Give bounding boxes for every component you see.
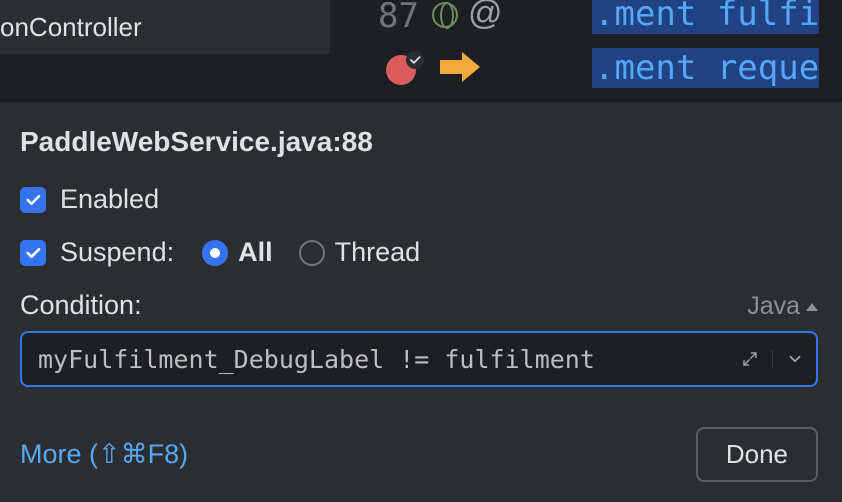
enabled-label: Enabled [60,184,159,215]
globe-icon[interactable] [432,2,458,28]
language-label: Java [747,292,800,321]
language-selector[interactable]: Java [747,292,818,321]
condition-header: Condition: Java [20,290,818,321]
suspend-radio-thread[interactable]: Thread [299,237,421,268]
arrow-right-icon [438,48,482,91]
at-icon: @ [468,0,503,33]
gutter-bg [0,54,330,102]
triangle-up-icon [806,303,818,311]
suspend-all-label: All [238,237,273,268]
expand-icon[interactable] [728,350,772,368]
suspend-radio-group: All Thread [202,237,420,268]
file-tab-label: onController [0,12,142,43]
breakpoint-dialog: PaddleWebService.java:88 Enabled Suspend… [0,102,842,502]
line-number: 87 [378,0,419,36]
check-icon [406,51,424,69]
suspend-row: Suspend: All Thread [20,237,818,268]
file-tab[interactable]: onController [0,0,330,54]
suspend-checkbox[interactable] [20,240,46,266]
editor-top-area: onController 87 @ .ment fulfi .ment requ… [0,0,842,102]
more-link[interactable]: More (⇧⌘F8) [20,439,188,470]
code-fragment-1: .ment fulfi [592,0,819,34]
done-button[interactable]: Done [696,427,818,482]
breakpoint-icon[interactable] [386,53,420,87]
condition-label: Condition: [20,290,142,321]
suspend-radio-all[interactable]: All [202,237,273,268]
chevron-down-icon[interactable] [772,350,816,368]
enabled-row: Enabled [20,184,818,215]
code-fragment-2: .ment reque [592,48,819,88]
condition-input-wrap [20,331,818,387]
suspend-label: Suspend: [60,237,174,268]
dialog-footer: More (⇧⌘F8) Done [20,427,818,482]
dialog-title: PaddleWebService.java:88 [20,126,818,158]
suspend-thread-label: Thread [335,237,421,268]
enabled-checkbox[interactable] [20,187,46,213]
condition-input[interactable] [22,333,728,385]
editor-strip: 87 @ .ment fulfi .ment reque [330,0,842,102]
breakpoint-gutter-row [386,48,482,91]
